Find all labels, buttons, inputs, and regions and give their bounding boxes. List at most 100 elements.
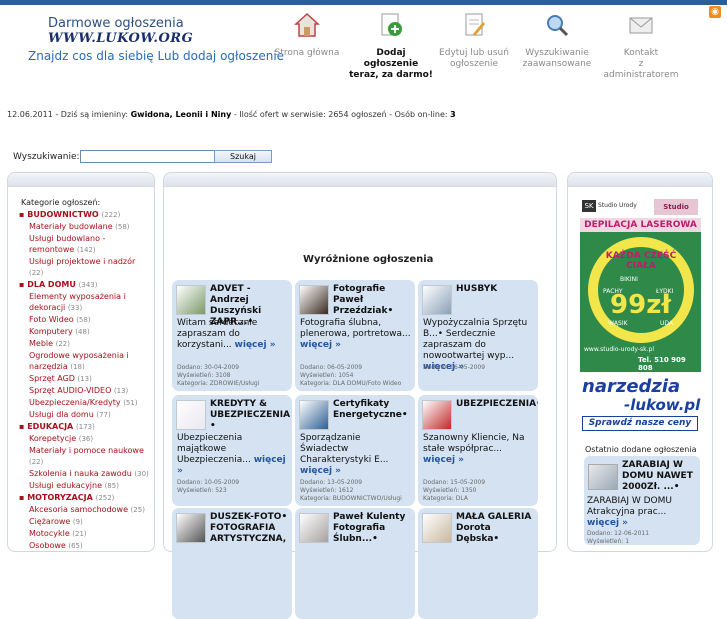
- ad-phone: Tel. 510 909 808: [638, 356, 686, 372]
- category-main[interactable]: ▪ MOTORYZACJA (252): [19, 492, 151, 504]
- card-description: Sporządzanie Świadectw Charakterystyki E…: [300, 433, 389, 476]
- site-title[interactable]: Darmowe ogłoszenia: [48, 16, 184, 31]
- recent-item[interactable]: ZARABIAJ W DOMU NAWET 2000Zł. ...• ZARAB…: [584, 456, 700, 545]
- card-meta-added: Dodano: 13-05-2009: [300, 479, 363, 486]
- nav-home[interactable]: Strona główna: [272, 12, 342, 59]
- category-main[interactable]: ▪ DLA DOMU (343): [19, 279, 151, 291]
- featured-card[interactable]: MAŁA GALERIA Dorota Dębska•: [418, 508, 538, 619]
- rss-icon[interactable]: ◉: [709, 6, 721, 18]
- category-sub[interactable]: Motocykle (21): [19, 528, 151, 540]
- recent-more-link[interactable]: więcej »: [587, 518, 628, 528]
- category-sub[interactable]: Usługi budowlano - remontowe (142): [19, 233, 151, 256]
- add-document-icon: [381, 13, 402, 36]
- bullet-icon: ▪: [19, 493, 28, 502]
- card-meta-added: Dodano: 06-05-2009: [423, 364, 486, 371]
- category-sub[interactable]: Ubezpieczenia/Kredyty (51): [19, 397, 151, 409]
- category-sub[interactable]: Akcesoria samochodowe (25): [19, 504, 151, 516]
- card-thumbnail: [176, 513, 206, 543]
- nav-contact[interactable]: Kontakt z administratorem: [600, 12, 682, 81]
- category-sub[interactable]: Materiały i pomoce naukowe (22): [19, 445, 151, 468]
- nav-advanced-search[interactable]: Wyszukiwanie zaawansowane: [522, 12, 592, 70]
- studio-urody-ad[interactable]: SK Studio Urody Studio Urody DEPILACJA L…: [580, 196, 701, 372]
- category-sub[interactable]: Elementy wyposażenia i dekoracji (33): [19, 291, 151, 314]
- category-sub[interactable]: Usługi edukacyjne (85): [19, 480, 151, 492]
- categories-panel: Kategorie ogłoszeń: ▪ BUDOWNICTWO (222) M…: [7, 172, 155, 552]
- more-link[interactable]: więcej »: [300, 466, 341, 476]
- category-sub[interactable]: Sprzęt AGD (13): [19, 373, 151, 385]
- sk-logo: SK: [582, 200, 596, 212]
- magnifier-icon: [547, 15, 569, 37]
- featured-card[interactable]: UBEZPIECZENIA• Szanowny Kliencie, Na stał…: [418, 395, 538, 506]
- card-meta-added: Dodano: 15-05-2009: [423, 479, 486, 486]
- featured-card[interactable]: ADVET - Andrzej Duszyński ZAPR...• Witam …: [172, 280, 292, 391]
- ad2-brand: narzedzia: [582, 376, 681, 397]
- card-meta-added: Dodano: 10-05-2009: [177, 479, 240, 486]
- category-sub[interactable]: Osobowe (65): [19, 540, 151, 551]
- category-sub[interactable]: Materiały budowlane (58): [19, 221, 151, 233]
- category-list: ▪ BUDOWNICTWO (222) Materiały budowlane (…: [19, 209, 151, 551]
- category-sub[interactable]: Foto Wideo (58): [19, 314, 151, 326]
- card-title[interactable]: MAŁA GALERIA Dorota Dębska•: [456, 512, 534, 545]
- featured-card[interactable]: HUSBYK Wypożyczalnia Sprzętu B...• Serdec…: [418, 280, 538, 391]
- search-label: Wyszukiwanie:: [13, 152, 80, 162]
- card-title[interactable]: HUSBYK: [456, 284, 534, 295]
- card-title[interactable]: UBEZPIECZENIA•: [456, 399, 538, 410]
- card-description: Szanowny Kliencie, Na stałe współprac...…: [423, 433, 525, 465]
- featured-title: Wyróżnione ogłoszenia: [303, 254, 434, 265]
- home-icon: [294, 12, 320, 37]
- ad-ring-text: KAŻDA CZĘŚĆ CIAŁA: [605, 251, 677, 271]
- category-sub[interactable]: Sprzęt AUDIO-VIDEO (13): [19, 385, 151, 397]
- more-link[interactable]: więcej »: [300, 340, 341, 350]
- card-meta-views: Wyświetleń: 3108: [177, 372, 231, 379]
- more-link[interactable]: więcej »: [423, 455, 464, 465]
- card-thumbnail: [176, 400, 206, 430]
- name-days: Gwidona, Leonii i Niny: [130, 110, 232, 119]
- card-title[interactable]: KREDYTY & UBEZPIECZENIA •: [210, 399, 290, 432]
- search-button[interactable]: Szukaj: [214, 150, 272, 163]
- card-thumbnail: [422, 513, 452, 543]
- ad-banner: DEPILACJA LASEROWA: [580, 218, 701, 232]
- featured-card[interactable]: Fotografie Paweł Przeździak• Fotografia ś…: [295, 280, 415, 391]
- site-url-logo[interactable]: WWW.LUKOW.ORG: [48, 31, 193, 46]
- site-tagline: Znajdz cos dla siebię Lub dodaj ogłoszen…: [28, 49, 285, 63]
- category-sub[interactable]: Szkolenia i nauka zawodu (30): [19, 468, 151, 480]
- card-meta-category: Kategoria: BUDOWNICTWO/Usługi: [300, 495, 402, 502]
- card-description: Ubezpieczenia majątkowe Ubezpieczenia...…: [177, 433, 286, 476]
- card-thumbnail: [422, 400, 452, 430]
- more-link[interactable]: więcej »: [235, 340, 276, 350]
- card-title[interactable]: Certyfikaty Energetyczne•: [333, 399, 411, 421]
- card-meta-category: Kategoria: DLA DOMU/Foto Wideo: [300, 380, 402, 387]
- card-meta-category: Kategoria: DLA: [423, 495, 468, 502]
- featured-card[interactable]: KREDYTY & UBEZPIECZENIA • Ubezpieczenia m…: [172, 395, 292, 506]
- category-sub[interactable]: Komputery (48): [19, 326, 151, 338]
- category-sub[interactable]: Korepetycje (36): [19, 433, 151, 445]
- category-sub[interactable]: Ogrodowe wyposażenia i narzędzia (18): [19, 350, 151, 373]
- recent-title: Ostatnio dodane ogłoszenia: [585, 445, 697, 454]
- card-meta-added: Dodano: 06-05-2009: [300, 364, 363, 371]
- top-bar: [0, 0, 727, 5]
- featured-card[interactable]: DUSZEK-FOTO• FOTOGRAFIA ARTYSTYCZNA,: [172, 508, 292, 619]
- card-description: Fotografia ślubna, plenerowa, portretowa…: [300, 318, 411, 350]
- card-title[interactable]: DUSZEK-FOTO• FOTOGRAFIA ARTYSTYCZNA,: [210, 512, 288, 545]
- featured-card[interactable]: Paweł Kulenty Fotografia Ślubn...•: [295, 508, 415, 619]
- card-title[interactable]: Paweł Kulenty Fotografia Ślubn...•: [333, 512, 411, 545]
- search-input[interactable]: [80, 150, 215, 163]
- category-main[interactable]: ▪ BUDOWNICTWO (222): [19, 209, 151, 221]
- nav-add-ad[interactable]: Dodaj ogłoszenie teraz, za darmo!: [348, 12, 434, 81]
- card-thumbnail: [299, 513, 329, 543]
- category-sub[interactable]: Usługi projektowe i nadzór (22): [19, 256, 151, 279]
- bullet-icon: ▪: [19, 280, 28, 289]
- categories-title: Kategorie ogłoszeń:: [21, 198, 101, 207]
- card-description: Witam serdecznie zapraszam do korzystani…: [177, 318, 276, 350]
- category-sub[interactable]: Usługi dla domu (77): [19, 409, 151, 421]
- card-thumbnail: [176, 285, 206, 315]
- featured-card[interactable]: Certyfikaty Energetyczne• Sporządzanie Św…: [295, 395, 415, 506]
- card-title[interactable]: Fotografie Paweł Przeździak•: [333, 284, 411, 317]
- narzedzia-lukow-ad[interactable]: narzedzia -lukow.pl Sprawdź nasze ceny: [580, 376, 701, 434]
- nav-edit-ad[interactable]: Edytuj lub usuń ogłoszenie: [437, 12, 511, 70]
- category-main[interactable]: ▪ EDUKACJA (173): [19, 421, 151, 433]
- card-meta-views: Wyświetleń: 523: [177, 487, 227, 494]
- category-sub[interactable]: Ciężarowe (9): [19, 516, 151, 528]
- ad-price: 99zł: [610, 290, 671, 320]
- category-sub[interactable]: Meble (22): [19, 338, 151, 350]
